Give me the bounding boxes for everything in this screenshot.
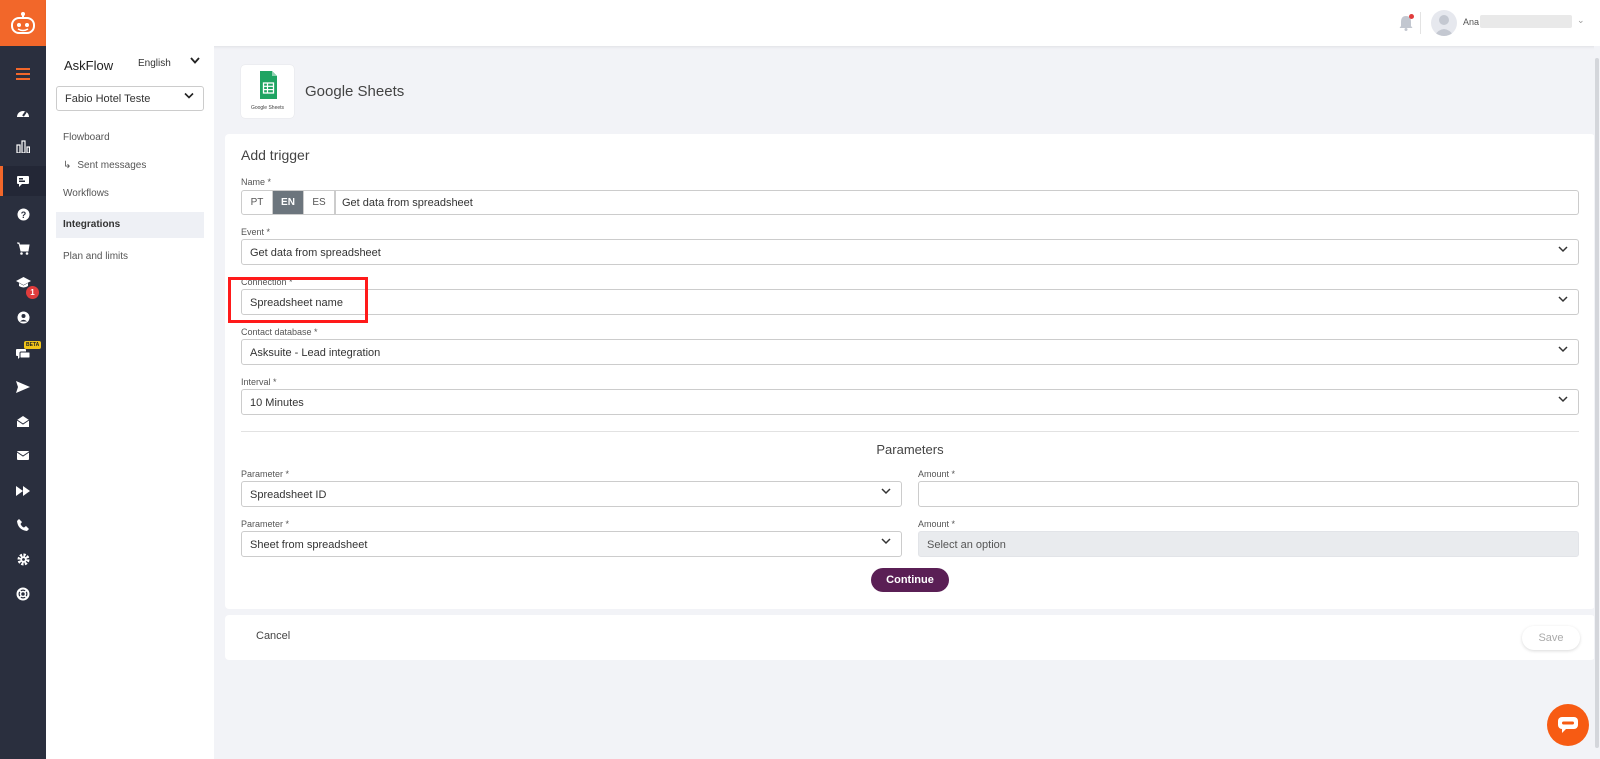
lang-en-button[interactable]: EN [273,191,304,214]
parameter-select-value: Sheet from spreadsheet [250,539,368,551]
sub-arrow-icon: ↳ [63,160,72,171]
envelope-open-icon[interactable] [0,406,46,436]
sidebar-item-label: Workflows [63,188,109,199]
amount-label: Amount * [918,469,956,479]
interval-label: Interval * [241,377,277,387]
top-bar: Ana ⌄ [46,0,1600,46]
gear-icon[interactable] [0,544,46,574]
name-label: Name * [241,177,272,187]
avatar[interactable] [1431,10,1457,36]
chevron-down-icon [1558,295,1568,306]
help-icon[interactable]: ? [0,199,46,229]
connection-highlight-box [228,277,368,323]
notification-dot [1409,14,1414,19]
page-title: Google Sheets [305,83,405,100]
chevron-down-icon [881,537,891,548]
chevron-down-icon [1558,395,1568,406]
add-trigger-card: Add trigger Name * PT EN ES Get data fro… [225,134,1595,609]
sidebar-item-label: Integrations [63,219,121,230]
hotel-select[interactable]: Fabio Hotel Teste [56,86,204,111]
sidebar-item-label: Sent messages [77,160,147,171]
logo-caption: Google Sheets [250,105,285,111]
footer-actions: Cancel Save [225,615,1595,660]
app-name: AskFlow [64,58,114,73]
sidebar-item-plan-and-limits[interactable]: Plan and limits [56,244,204,270]
dashboard-gauge-icon[interactable] [0,97,46,127]
google-sheets-logo-icon: Google Sheets [241,65,294,118]
user-circle-icon[interactable] [0,302,46,332]
parameter-select-value: Spreadsheet ID [250,489,327,501]
cancel-button[interactable]: Cancel [256,630,290,642]
lang-es-button[interactable]: ES [304,191,335,214]
amount-input[interactable] [918,481,1579,507]
parameter-label: Parameter * [241,519,290,529]
contact-database-label: Contact database * [241,327,318,337]
beta-tag: BETA [24,341,42,349]
event-select[interactable]: Get data from spreadsheet [241,239,1579,265]
event-label: Event * [241,227,271,237]
contact-database-select-value: Asksuite - Lead integration [250,347,381,359]
chevron-down-icon[interactable] [190,56,200,68]
parameter-label: Parameter * [241,469,290,479]
chat-icon [1558,717,1578,733]
user-surname-redacted [1480,15,1572,28]
bell-icon[interactable] [1397,14,1415,32]
chevron-down-icon[interactable]: ⌄ [1577,15,1585,26]
chat-launcher-button[interactable] [1547,704,1589,746]
name-input[interactable]: Get data from spreadsheet [334,190,1579,215]
robot-logo-icon[interactable] [0,0,46,46]
cart-icon[interactable] [0,233,46,263]
sidebar-item-flowboard[interactable]: Flowboard [56,125,204,151]
notification-count-badge: 1 [26,286,39,299]
divider [1420,12,1421,34]
language-toggle: PT EN ES [241,190,336,215]
chevron-down-icon [1558,245,1568,256]
secondary-sidebar: AskFlow English Fabio Hotel Teste Flowbo… [46,46,214,759]
card-title: Add trigger [241,147,310,163]
continue-button[interactable]: Continue [871,568,949,592]
phone-icon[interactable] [0,510,46,540]
parameter-select[interactable]: Spreadsheet ID [241,481,902,507]
chat-bubbles-icon[interactable]: BETA [0,338,46,368]
lang-pt-button[interactable]: PT [242,191,273,214]
fast-forward-icon[interactable] [0,476,46,506]
sidebar-item-workflows[interactable]: Workflows [56,181,204,207]
lifebuoy-icon[interactable] [0,579,46,609]
bar-chart-icon[interactable] [0,131,46,161]
envelope-icon[interactable] [0,440,46,470]
parameters-title: Parameters [876,442,944,457]
contact-database-select[interactable]: Asksuite - Lead integration [241,339,1579,365]
amount-select-disabled: Select an option [918,531,1579,557]
svg-text:?: ? [20,210,26,220]
sidebar-item-label: Plan and limits [63,251,129,262]
parameter-select[interactable]: Sheet from spreadsheet [241,531,902,557]
sidebar-item-sent-messages[interactable]: ↳ Sent messages [56,153,204,179]
hamburger-menu-icon[interactable] [0,59,46,89]
main-nav-rail: ? 1 BETA [0,0,46,759]
amount-label: Amount * [918,519,956,529]
chevron-down-icon [1558,345,1568,356]
hotel-select-value: Fabio Hotel Teste [65,93,151,105]
section-divider [241,431,1579,432]
user-name[interactable]: Ana [1463,17,1479,27]
language-select[interactable]: English [138,58,171,69]
connection-select[interactable]: Spreadsheet name [241,289,1579,315]
interval-select[interactable]: 10 Minutes [241,389,1579,415]
interval-select-value: 10 Minutes [250,397,304,409]
chevron-down-icon [881,487,891,498]
chevron-down-icon [184,91,194,103]
scrollbar-thumb[interactable] [1595,58,1599,748]
sidebar-item-label: Flowboard [63,132,110,143]
event-select-value: Get data from spreadsheet [250,247,381,259]
sidebar-item-integrations[interactable]: Integrations [56,212,204,238]
graduation-cap-icon[interactable]: 1 [0,268,46,299]
chat-flow-icon[interactable] [0,166,46,196]
send-icon[interactable] [0,372,46,402]
save-button[interactable]: Save [1522,626,1580,650]
